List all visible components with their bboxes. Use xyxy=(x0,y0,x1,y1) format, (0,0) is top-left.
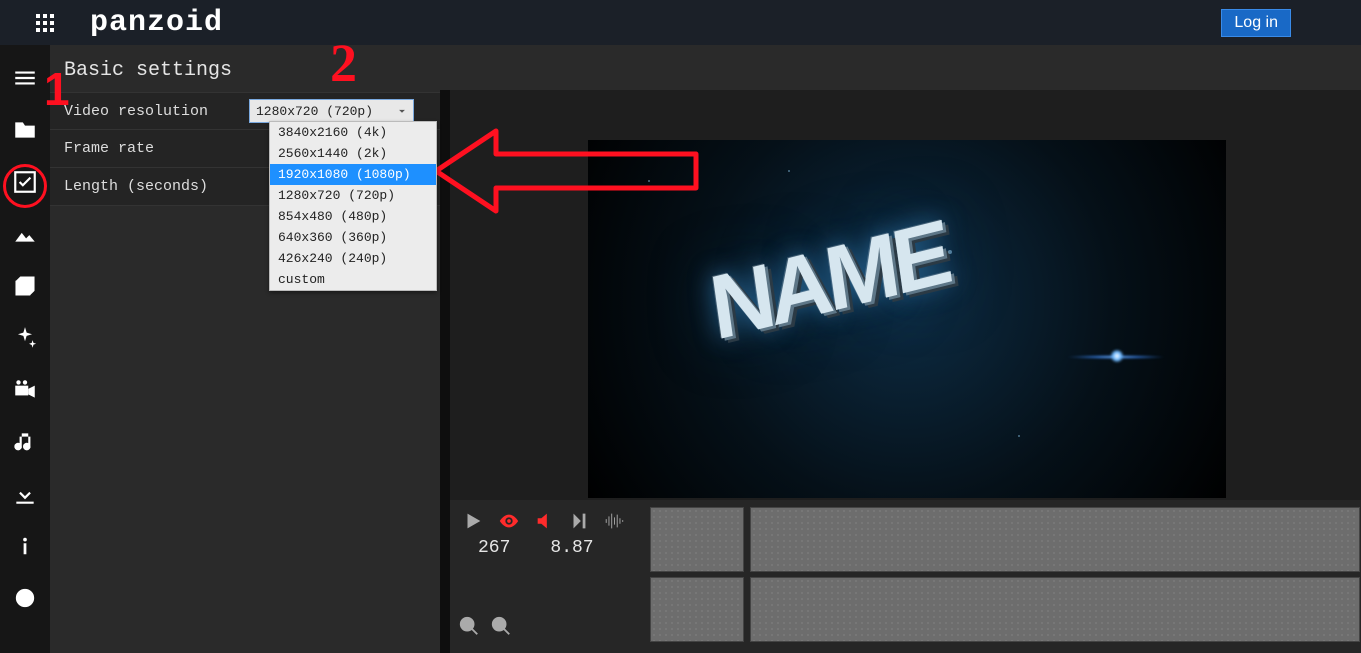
zoom-in-button[interactable] xyxy=(490,615,512,637)
top-bar: panzoid Log in xyxy=(0,0,1361,45)
apps-grid-icon xyxy=(36,14,54,32)
resolution-option-highlighted[interactable]: 1920x1080 (1080p) xyxy=(270,164,436,185)
particle xyxy=(788,170,790,172)
label-length: Length (seconds) xyxy=(64,178,249,195)
timeline[interactable] xyxy=(650,502,1361,652)
video-camera-icon[interactable] xyxy=(9,375,41,405)
time-seconds: 8.87 xyxy=(550,538,593,558)
particle xyxy=(1018,435,1020,437)
timeline-clip[interactable] xyxy=(750,507,1360,572)
chevron-down-icon xyxy=(395,104,409,118)
menu-icon[interactable] xyxy=(9,63,41,93)
audio-waveform-icon[interactable] xyxy=(602,510,626,532)
lens-flare xyxy=(1066,355,1166,359)
preview-background: NAME xyxy=(450,90,1361,500)
checkbox-settings-icon[interactable] xyxy=(9,167,41,197)
frame-number: 267 xyxy=(478,538,510,558)
smile-icon[interactable] xyxy=(9,583,41,613)
info-icon[interactable] xyxy=(9,531,41,561)
label-video-resolution: Video resolution xyxy=(64,103,249,120)
login-button[interactable]: Log in xyxy=(1221,9,1291,37)
particle xyxy=(648,180,650,182)
resolution-option[interactable]: 640x360 (360p) xyxy=(270,227,436,248)
video-preview[interactable]: NAME xyxy=(588,140,1226,498)
resolution-option[interactable]: custom xyxy=(270,269,436,290)
resolution-option[interactable]: 854x480 (480p) xyxy=(270,206,436,227)
resolution-option[interactable]: 1280x720 (720p) xyxy=(270,185,436,206)
resolution-option[interactable]: 3840x2160 (4k) xyxy=(270,122,436,143)
zoom-controls xyxy=(458,615,512,637)
preview-3d-text: NAME xyxy=(704,201,952,362)
timeline-clip[interactable] xyxy=(750,577,1360,642)
folder-icon[interactable] xyxy=(9,115,41,145)
resolution-select[interactable]: 1280x720 (720p) xyxy=(249,99,414,123)
zoom-out-button[interactable] xyxy=(458,615,480,637)
music-note-icon[interactable] xyxy=(9,427,41,457)
apps-grid-button[interactable] xyxy=(0,0,90,45)
settings-panel: Basic settings Video resolution 1280x720… xyxy=(50,45,440,653)
playback-readout: 267 8.87 xyxy=(478,538,594,558)
resolution-selected-value: 1280x720 (720p) xyxy=(256,104,373,119)
tool-rail xyxy=(0,45,50,653)
volume-toggle[interactable] xyxy=(534,510,556,532)
step-forward-button[interactable] xyxy=(568,510,590,532)
cube-icon[interactable] xyxy=(9,271,41,301)
image-icon[interactable] xyxy=(9,219,41,249)
record-eye-toggle[interactable] xyxy=(496,510,522,532)
sparkle-icon[interactable] xyxy=(9,323,41,353)
resolution-option[interactable]: 2560x1440 (2k) xyxy=(270,143,436,164)
preview-area: NAME 267 8.87 xyxy=(450,90,1361,653)
timeline-clip[interactable] xyxy=(650,507,744,572)
resolution-dropdown-list[interactable]: 3840x2160 (4k) 2560x1440 (2k) 1920x1080 … xyxy=(269,121,437,291)
label-frame-rate: Frame rate xyxy=(64,140,249,157)
settings-title: Basic settings xyxy=(50,45,440,92)
logo-text: panzoid xyxy=(90,6,223,40)
timeline-clip[interactable] xyxy=(650,577,744,642)
play-button[interactable] xyxy=(462,510,484,532)
download-icon[interactable] xyxy=(9,479,41,509)
particle xyxy=(948,250,952,254)
resolution-option[interactable]: 426x240 (240p) xyxy=(270,248,436,269)
